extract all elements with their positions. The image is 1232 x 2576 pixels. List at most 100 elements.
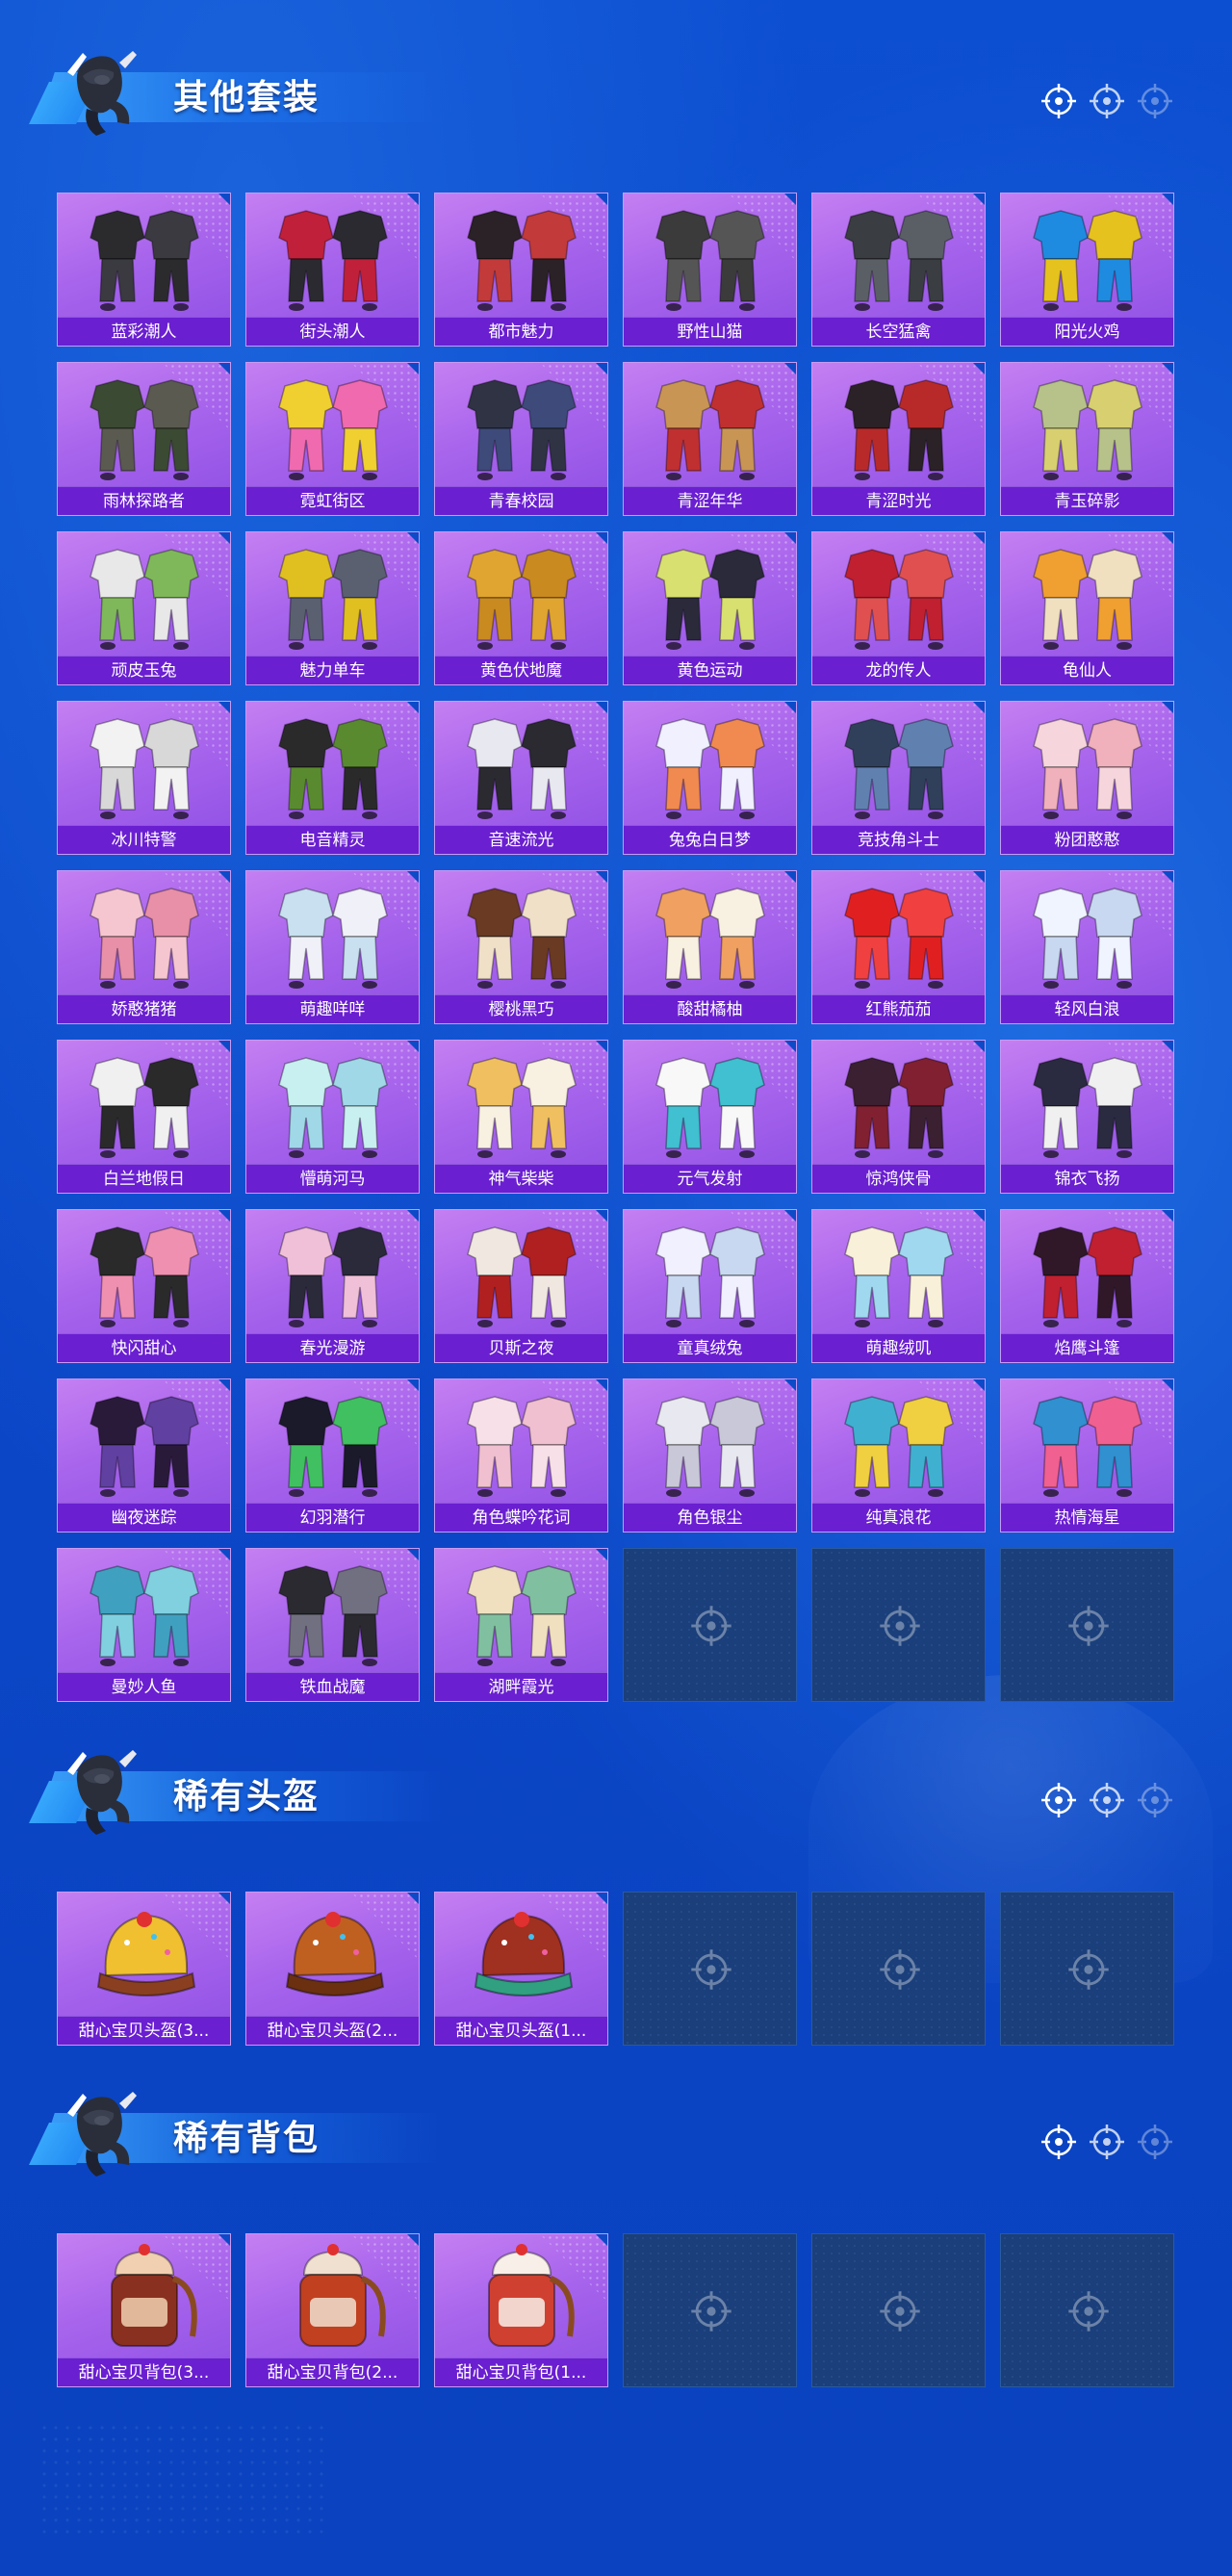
item-card[interactable]: 竞技角斗士	[811, 701, 986, 855]
crosshair-icon-svg	[1090, 1783, 1124, 1817]
item-card[interactable]: 长空猛禽	[811, 193, 986, 347]
item-card[interactable]: 电音精灵	[245, 701, 420, 855]
card-corner-cut	[406, 532, 419, 545]
item-card[interactable]: 青涩时光	[811, 362, 986, 516]
crosshair-icon	[1066, 2289, 1111, 2333]
card-corner-cut	[1161, 1379, 1173, 1392]
empty-slot	[623, 1548, 797, 1702]
item-card[interactable]: 贝斯之夜	[434, 1209, 608, 1363]
card-corner-cut	[972, 871, 985, 884]
item-card[interactable]: 樱桃黑巧	[434, 870, 608, 1024]
item-label: 兔兔白日梦	[624, 825, 796, 854]
item-card[interactable]: 幻羽潜行	[245, 1378, 420, 1533]
item-card[interactable]: 惊鸿侠骨	[811, 1040, 986, 1194]
item-card[interactable]: 元气发射	[623, 1040, 797, 1194]
item-card[interactable]: 野性山猫	[623, 193, 797, 347]
item-card[interactable]: 甜心宝贝头盔(3...	[57, 1892, 231, 2046]
item-card[interactable]: 幽夜迷踪	[57, 1378, 231, 1533]
item-label: 酸甜橘柚	[624, 994, 796, 1023]
card-corner-cut	[972, 363, 985, 375]
item-card[interactable]: 角色蝶吟花词	[434, 1378, 608, 1533]
item-card[interactable]: 萌趣咩咩	[245, 870, 420, 1024]
crosshair-icon-svg	[1138, 84, 1172, 118]
item-image	[96, 1912, 196, 1996]
item-card[interactable]: 红熊茄茄	[811, 870, 986, 1024]
item-image	[655, 718, 765, 819]
item-card[interactable]: 轻风白浪	[1000, 870, 1174, 1024]
item-card[interactable]: 蓝彩潮人	[57, 193, 231, 347]
item-card[interactable]: 青涩年华	[623, 362, 797, 516]
card-corner-cut	[406, 702, 419, 714]
item-card[interactable]: 热情海星	[1000, 1378, 1174, 1533]
card-corner-cut	[595, 2234, 607, 2247]
item-label: 萌趣咩咩	[246, 994, 419, 1023]
card-corner-cut	[1161, 1210, 1173, 1223]
item-image	[90, 888, 199, 989]
item-label: 快闪甜心	[58, 1333, 230, 1362]
item-card[interactable]: 甜心宝贝头盔(1...	[434, 1892, 608, 2046]
item-card[interactable]: 甜心宝贝背包(3...	[57, 2233, 231, 2387]
item-image	[655, 888, 765, 989]
item-card[interactable]: 懵萌河马	[245, 1040, 420, 1194]
item-card[interactable]: 酸甜橘柚	[623, 870, 797, 1024]
item-card[interactable]: 萌趣绒叽	[811, 1209, 986, 1363]
item-card[interactable]: 春光漫游	[245, 1209, 420, 1363]
item-card[interactable]: 阳光火鸡	[1000, 193, 1174, 347]
item-card[interactable]: 龟仙人	[1000, 531, 1174, 685]
item-card[interactable]: 粉团憨憨	[1000, 701, 1174, 855]
item-label: 龙的传人	[812, 656, 985, 684]
item-card[interactable]: 龙的传人	[811, 531, 986, 685]
item-image	[90, 1226, 199, 1327]
item-image	[655, 210, 765, 311]
item-label: 甜心宝贝头盔(3...	[58, 2016, 230, 2045]
item-label: 白兰地假日	[58, 1164, 230, 1193]
item-card[interactable]: 兔兔白日梦	[623, 701, 797, 855]
item-card[interactable]: 甜心宝贝背包(1...	[434, 2233, 608, 2387]
item-card[interactable]: 娇憨猪猪	[57, 870, 231, 1024]
item-label: 顽皮玉兔	[58, 656, 230, 684]
item-label: 幻羽潜行	[246, 1503, 419, 1532]
item-image	[488, 2244, 575, 2347]
card-corner-cut	[783, 532, 796, 545]
item-card[interactable]: 顽皮玉兔	[57, 531, 231, 685]
card-corner-cut	[218, 702, 230, 714]
crosshair-decoration	[1040, 1781, 1184, 1823]
item-card[interactable]: 甜心宝贝头盔(2...	[245, 1892, 420, 2046]
item-card[interactable]: 神气柴柴	[434, 1040, 608, 1194]
item-card[interactable]: 青春校园	[434, 362, 608, 516]
item-card[interactable]: 音速流光	[434, 701, 608, 855]
item-card[interactable]: 甜心宝贝背包(2...	[245, 2233, 420, 2387]
item-card[interactable]: 雨林探路者	[57, 362, 231, 516]
item-card[interactable]: 白兰地假日	[57, 1040, 231, 1194]
item-card[interactable]: 童真绒兔	[623, 1209, 797, 1363]
crosshair-icon	[1088, 2123, 1126, 2161]
item-card[interactable]: 青玉碎影	[1000, 362, 1174, 516]
item-image	[278, 1057, 388, 1158]
item-image	[1033, 1226, 1142, 1327]
card-corner-cut	[406, 193, 419, 206]
item-card[interactable]: 锦衣飞扬	[1000, 1040, 1174, 1194]
card-corner-cut	[595, 871, 607, 884]
item-label: 元气发射	[624, 1164, 796, 1193]
item-card[interactable]: 快闪甜心	[57, 1209, 231, 1363]
item-card[interactable]: 霓虹街区	[245, 362, 420, 516]
item-image	[844, 379, 954, 480]
item-card[interactable]: 都市魅力	[434, 193, 608, 347]
card-corner-cut	[595, 193, 607, 206]
item-card[interactable]: 街头潮人	[245, 193, 420, 347]
item-card[interactable]: 角色银尘	[623, 1378, 797, 1533]
item-card[interactable]: 黄色伏地魔	[434, 531, 608, 685]
item-image	[844, 718, 954, 819]
item-card[interactable]: 魅力单车	[245, 531, 420, 685]
item-card[interactable]: 焰鹰斗篷	[1000, 1209, 1174, 1363]
item-card[interactable]: 冰川特警	[57, 701, 231, 855]
item-label: 曼妙人鱼	[58, 1672, 230, 1701]
item-image	[278, 1565, 388, 1666]
item-card[interactable]: 湖畔霞光	[434, 1548, 608, 1702]
item-card[interactable]: 黄色运动	[623, 531, 797, 685]
item-card[interactable]: 铁血战魔	[245, 1548, 420, 1702]
item-card[interactable]: 纯真浪花	[811, 1378, 986, 1533]
empty-slot	[811, 1548, 986, 1702]
item-image	[467, 1057, 577, 1158]
item-card[interactable]: 曼妙人鱼	[57, 1548, 231, 1702]
